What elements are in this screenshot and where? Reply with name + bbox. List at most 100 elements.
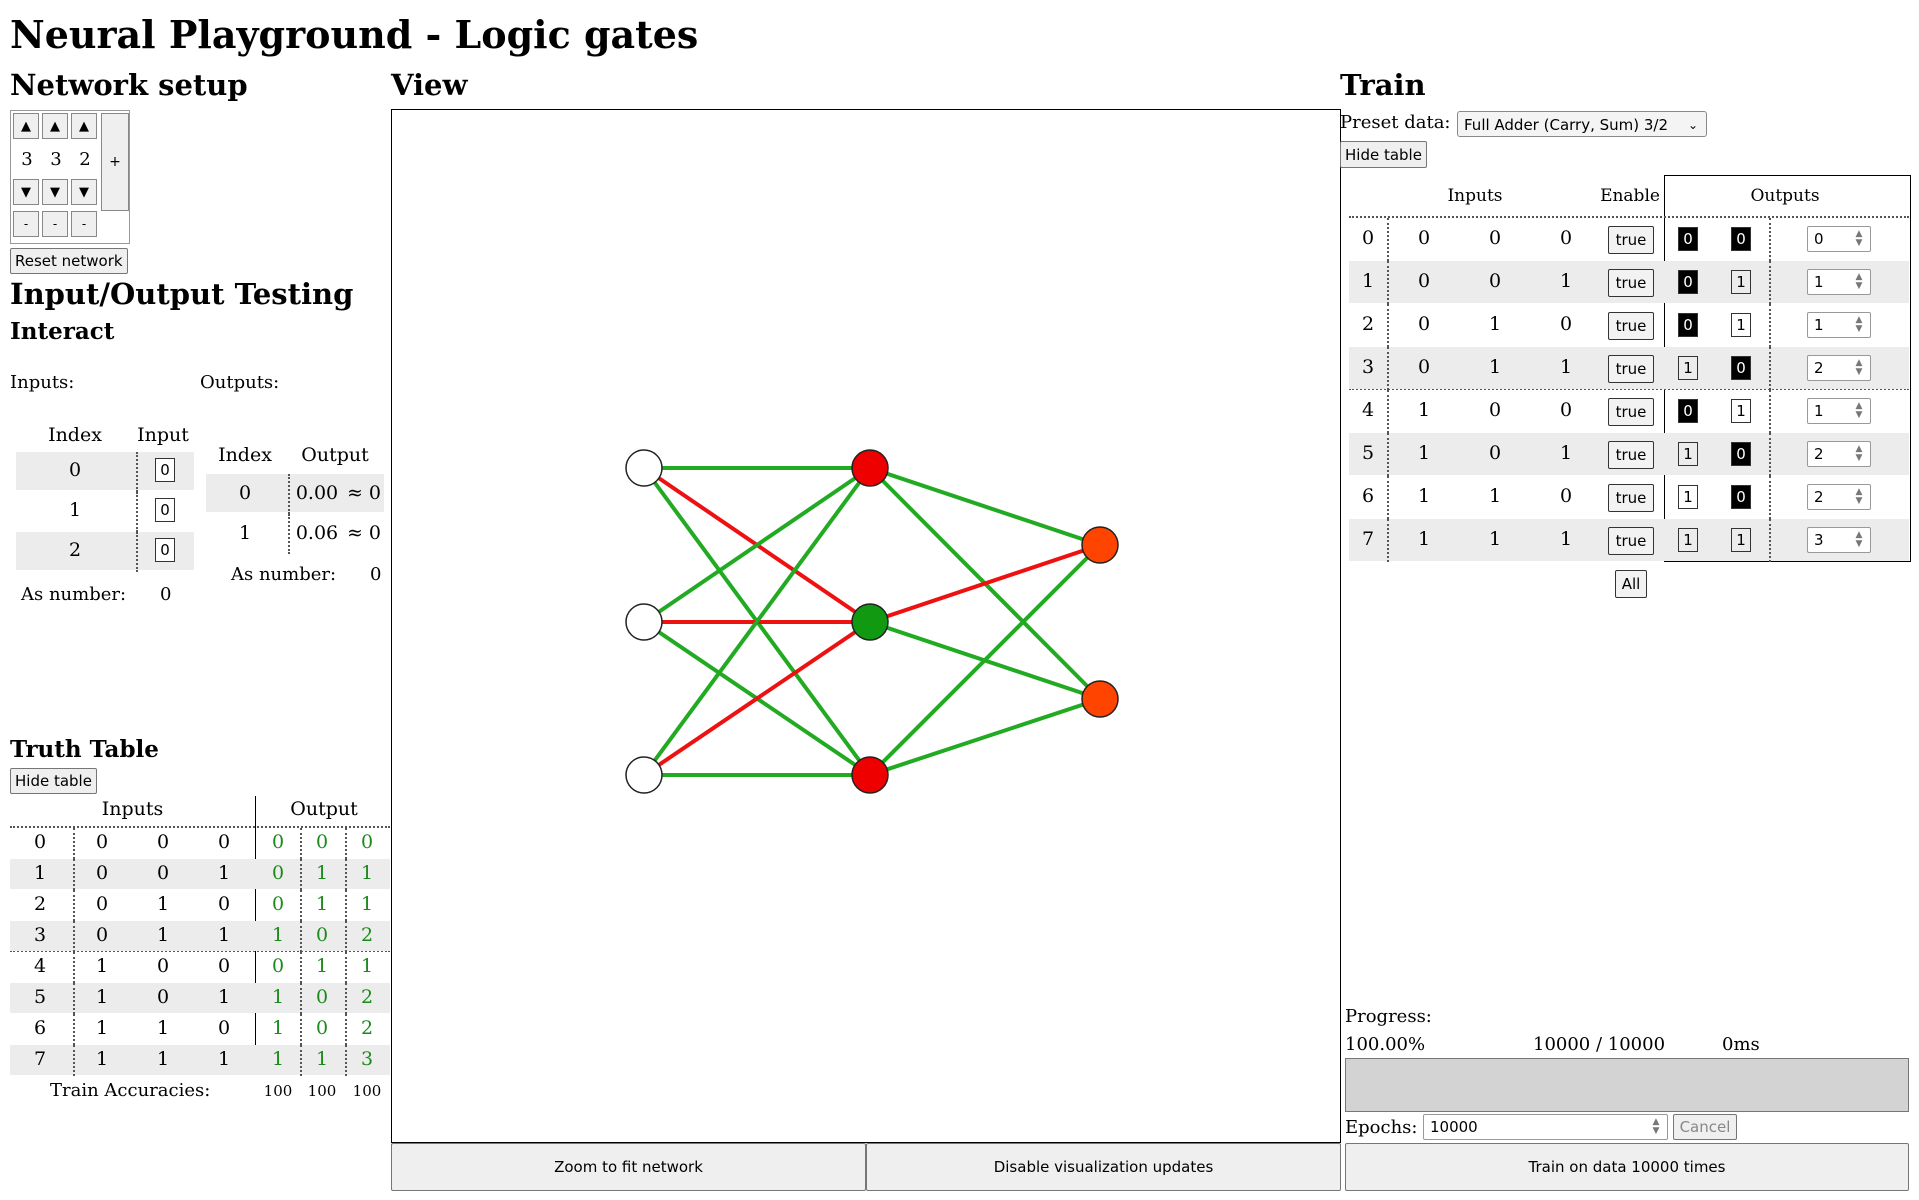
output-bit-toggle[interactable]: 0 [1731, 485, 1751, 509]
output-bit-toggle[interactable]: 0 [1678, 227, 1698, 251]
truth-input-cell: 0 [156, 986, 170, 1008]
zoom-to-fit-button[interactable]: Zoom to fit network [391, 1143, 866, 1191]
divider [73, 952, 75, 983]
truth-input-cell: 1 [217, 862, 231, 884]
output-index: 1 [238, 522, 252, 544]
divider [1387, 390, 1389, 433]
remove-layer-button[interactable]: - [71, 211, 97, 237]
network-node[interactable] [1081, 680, 1119, 718]
enable-toggle[interactable]: true [1608, 441, 1654, 469]
layer-up-button[interactable]: ▲ [13, 113, 39, 139]
network-edge [868, 543, 1102, 777]
output-bit-toggle[interactable]: 0 [1731, 356, 1751, 380]
truth-output-cell: 0 [315, 1017, 329, 1039]
truth-input-cell: 1 [95, 955, 109, 977]
spinner-icon: ▲ ▼ [1855, 444, 1863, 463]
output-bit-toggle[interactable]: 1 [1678, 442, 1698, 466]
train-input-cell: 0 [1559, 313, 1573, 335]
network-node[interactable] [1081, 526, 1119, 564]
progress-bar-fill [1346, 1059, 1908, 1111]
network-node[interactable] [625, 603, 663, 641]
enable-toggle[interactable]: true [1608, 269, 1654, 297]
remove-layer-button[interactable]: - [13, 211, 39, 237]
output-bit-toggle[interactable]: 1 [1731, 270, 1751, 294]
output-number-input[interactable]: 2 ▲ ▼ [1807, 441, 1871, 467]
preset-label: Preset data: [1340, 112, 1451, 133]
output-number-input[interactable]: 2 ▲ ▼ [1807, 484, 1871, 510]
divider [288, 474, 290, 514]
enable-toggle[interactable]: true [1608, 226, 1654, 254]
output-bit-toggle[interactable]: 1 [1678, 356, 1698, 380]
train-accuracy-value: 100 [307, 1082, 337, 1100]
enable-all-button[interactable]: All [1615, 570, 1647, 598]
output-number-input[interactable]: 1 ▲ ▼ [1807, 312, 1871, 338]
train-accuracies-label: Train Accuracies: [50, 1080, 211, 1101]
divider [1769, 390, 1771, 433]
output-bit-toggle[interactable]: 1 [1731, 399, 1751, 423]
layer-down-button[interactable]: ▼ [71, 179, 97, 205]
input-toggle[interactable]: 0 [150, 538, 180, 562]
output-number-input[interactable]: 0 ▲ ▼ [1807, 226, 1871, 252]
truth-row-index: 3 [33, 924, 47, 946]
output-bit-toggle[interactable]: 0 [1678, 270, 1698, 294]
train-input-cell: 1 [1417, 442, 1431, 464]
input-as-number-value: 0 [160, 584, 172, 605]
input-toggle[interactable]: 0 [150, 458, 180, 482]
remove-layer-button[interactable]: - [42, 211, 68, 237]
layer-up-button[interactable]: ▲ [42, 113, 68, 139]
output-number-input[interactable]: 1 ▲ ▼ [1807, 269, 1871, 295]
enable-toggle[interactable]: true [1608, 355, 1654, 383]
divider [1387, 519, 1389, 562]
train-input-cell: 1 [1488, 528, 1502, 550]
enable-toggle[interactable]: true [1608, 398, 1654, 426]
output-bit-toggle[interactable]: 0 [1731, 227, 1751, 251]
cancel-button[interactable]: Cancel [1673, 1114, 1737, 1140]
output-number-input[interactable]: 1 ▲ ▼ [1807, 398, 1871, 424]
network-canvas[interactable] [391, 109, 1341, 1143]
network-node[interactable] [851, 756, 889, 794]
truth-table-hide-button[interactable]: Hide table [10, 768, 97, 794]
truth-output-cell: 3 [360, 1048, 374, 1070]
train-input-cell: 1 [1559, 442, 1573, 464]
network-node[interactable] [851, 449, 889, 487]
output-number-input[interactable]: 3 ▲ ▼ [1807, 527, 1871, 553]
truth-output-header: Output [290, 798, 358, 820]
output-bit-toggle[interactable]: 0 [1678, 313, 1698, 337]
layer-down-button[interactable]: ▼ [42, 179, 68, 205]
output-bit-toggle[interactable]: 0 [1678, 399, 1698, 423]
truth-row-index: 7 [33, 1048, 47, 1070]
divider [345, 952, 347, 983]
layer-down-button[interactable]: ▼ [13, 179, 39, 205]
add-layer-button[interactable]: + [101, 113, 129, 211]
truth-table-heading: Truth Table [10, 736, 159, 763]
network-node[interactable] [851, 603, 889, 641]
enable-toggle[interactable]: true [1608, 312, 1654, 340]
output-number-input[interactable]: 2 ▲ ▼ [1807, 355, 1871, 381]
train-input-cell: 1 [1488, 485, 1502, 507]
epochs-input[interactable]: 10000 ▲ ▼ [1423, 1114, 1668, 1140]
output-bit-toggle[interactable]: 1 [1678, 485, 1698, 509]
preset-select[interactable]: Full Adder (Carry, Sum) 3/2 ⌄ [1457, 111, 1707, 137]
divider [1387, 476, 1389, 519]
enable-toggle[interactable]: true [1608, 527, 1654, 555]
network-node[interactable] [625, 756, 663, 794]
reset-network-button[interactable]: Reset network [10, 248, 128, 274]
output-table-header: Output [301, 444, 369, 466]
output-bit-toggle[interactable]: 1 [1678, 528, 1698, 552]
output-number-value: 2 [1814, 445, 1824, 463]
truth-row-index: 6 [33, 1017, 47, 1039]
input-toggle[interactable]: 0 [150, 498, 180, 522]
output-bit-toggle[interactable]: 0 [1731, 442, 1751, 466]
network-graph [625, 449, 1119, 794]
output-bit-toggle[interactable]: 1 [1731, 313, 1751, 337]
output-bit-toggle[interactable]: 1 [1731, 528, 1751, 552]
enable-toggle[interactable]: true [1608, 484, 1654, 512]
train-button[interactable]: Train on data 10000 times [1345, 1143, 1909, 1191]
network-node[interactable] [625, 449, 663, 487]
train-hide-table-button[interactable]: Hide table [1340, 141, 1427, 168]
train-heading: Train [1340, 68, 1426, 102]
disable-visualization-button[interactable]: Disable visualization updates [866, 1143, 1341, 1191]
truth-output-cell: 1 [271, 1048, 285, 1070]
divider [1387, 347, 1389, 390]
layer-up-button[interactable]: ▲ [71, 113, 97, 139]
